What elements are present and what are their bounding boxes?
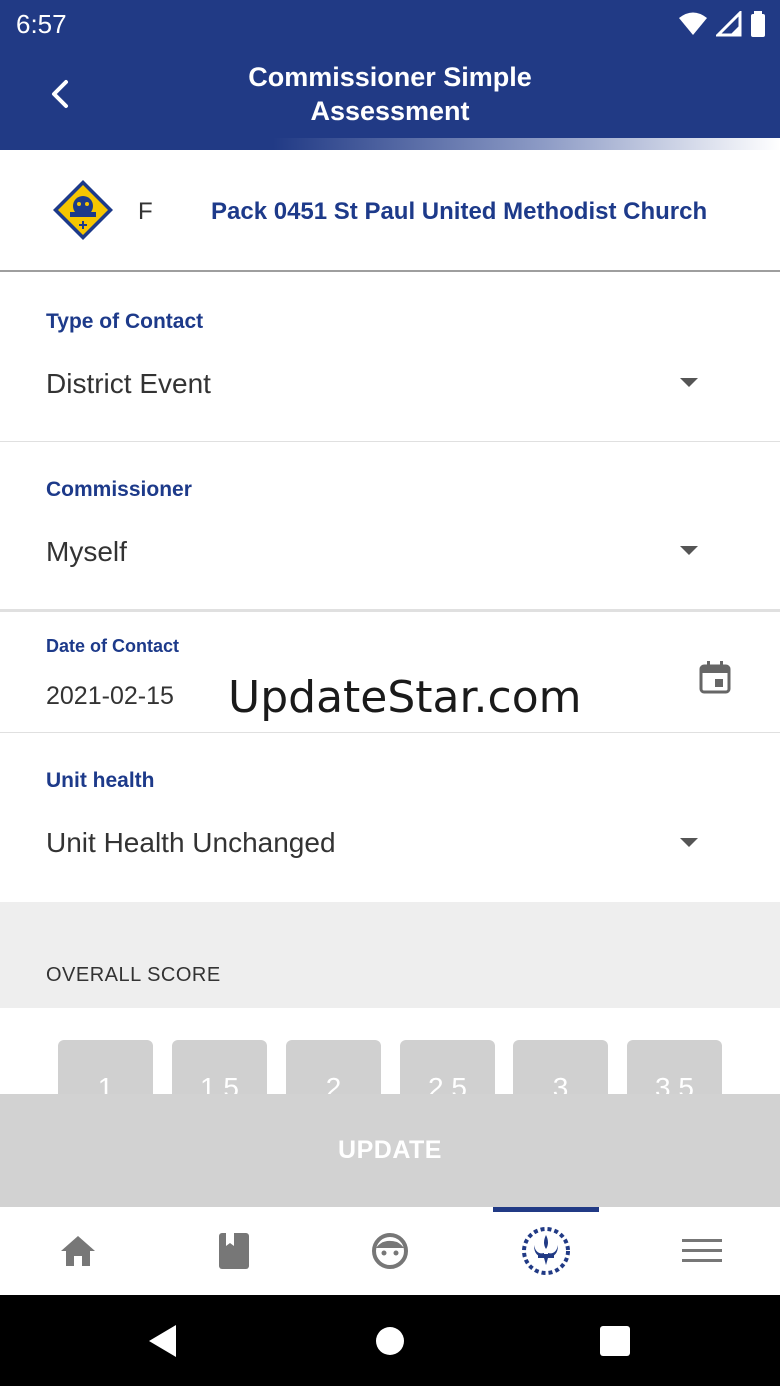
update-button[interactable]: UPDATE bbox=[0, 1094, 780, 1207]
unit-health-field[interactable]: Unit health Unit Health Unchanged bbox=[0, 733, 780, 902]
commissioner-value: Myself bbox=[46, 536, 127, 567]
nav-book[interactable] bbox=[156, 1207, 312, 1295]
menu-icon bbox=[682, 1239, 722, 1262]
overall-score-label: OVERALL SCORE bbox=[46, 964, 221, 986]
system-back-button[interactable] bbox=[122, 1295, 202, 1386]
type-of-contact-label: Type of Contact bbox=[46, 310, 204, 333]
face-icon bbox=[372, 1233, 408, 1269]
system-recents-button[interactable] bbox=[575, 1295, 655, 1386]
score-option-2[interactable]: 2 bbox=[286, 1040, 381, 1094]
score-option-1-5[interactable]: 1.5 bbox=[172, 1040, 267, 1094]
unit-row: F Pack 0451 St Paul United Methodist Chu… bbox=[0, 150, 780, 272]
back-triangle-icon bbox=[149, 1325, 176, 1357]
chevron-left-icon bbox=[52, 80, 68, 108]
type-of-contact-value: District Event bbox=[46, 368, 211, 399]
overall-score-section: OVERALL SCORE bbox=[0, 902, 780, 1008]
status-bar: 6:57 bbox=[0, 0, 780, 48]
page-title: Commissioner Simple Assessment bbox=[160, 60, 620, 128]
commissioner-field[interactable]: Commissioner Myself bbox=[0, 442, 780, 610]
score-option-1[interactable]: 1 bbox=[58, 1040, 153, 1094]
unit-health-label: Unit health bbox=[46, 769, 155, 792]
home-icon bbox=[61, 1236, 95, 1266]
bottom-navigation bbox=[0, 1207, 780, 1295]
system-navigation-bar bbox=[0, 1295, 780, 1386]
type-of-contact-field[interactable]: Type of Contact District Event bbox=[0, 272, 780, 442]
system-home-button[interactable] bbox=[350, 1295, 430, 1386]
back-button[interactable] bbox=[44, 74, 80, 114]
page-title-line1: Commissioner Simple bbox=[248, 62, 532, 92]
commissioner-label: Commissioner bbox=[46, 478, 192, 501]
unit-health-value: Unit Health Unchanged bbox=[46, 827, 336, 858]
header-gradient bbox=[0, 138, 780, 150]
nav-scouts[interactable] bbox=[468, 1207, 624, 1295]
scouts-emblem-icon bbox=[522, 1227, 570, 1275]
nav-menu[interactable] bbox=[624, 1207, 780, 1295]
signal-icon bbox=[716, 11, 742, 37]
score-option-2-5[interactable]: 2.5 bbox=[400, 1040, 495, 1094]
unit-letter: F bbox=[138, 198, 153, 225]
home-circle-icon bbox=[376, 1327, 404, 1355]
status-time: 6:57 bbox=[16, 9, 67, 39]
score-option-3[interactable]: 3 bbox=[513, 1040, 608, 1094]
watermark-text: UpdateStar.com bbox=[228, 672, 582, 723]
dropdown-arrow-icon bbox=[680, 838, 698, 847]
calendar-icon[interactable] bbox=[699, 660, 731, 694]
status-icons bbox=[678, 10, 766, 38]
nav-home[interactable] bbox=[0, 1207, 156, 1295]
app-header: Commissioner Simple Assessment bbox=[0, 48, 780, 150]
nav-face[interactable] bbox=[312, 1207, 468, 1295]
date-of-contact-label: Date of Contact bbox=[46, 636, 180, 656]
wifi-icon bbox=[679, 12, 707, 35]
score-options: 1 1.5 2 2.5 3 3.5 bbox=[0, 1008, 780, 1094]
cub-scout-logo-icon bbox=[53, 180, 113, 240]
score-option-3-5[interactable]: 3.5 bbox=[627, 1040, 722, 1094]
dropdown-arrow-icon bbox=[680, 378, 698, 387]
date-of-contact-value: 2021-02-15 bbox=[46, 682, 174, 710]
book-icon bbox=[219, 1233, 249, 1269]
battery-icon bbox=[751, 11, 765, 37]
nav-active-indicator bbox=[493, 1207, 599, 1212]
unit-name: Pack 0451 St Paul United Methodist Churc… bbox=[211, 198, 708, 225]
dropdown-arrow-icon bbox=[680, 546, 698, 555]
recents-square-icon bbox=[600, 1326, 630, 1356]
page-title-line2: Assessment bbox=[310, 96, 470, 126]
